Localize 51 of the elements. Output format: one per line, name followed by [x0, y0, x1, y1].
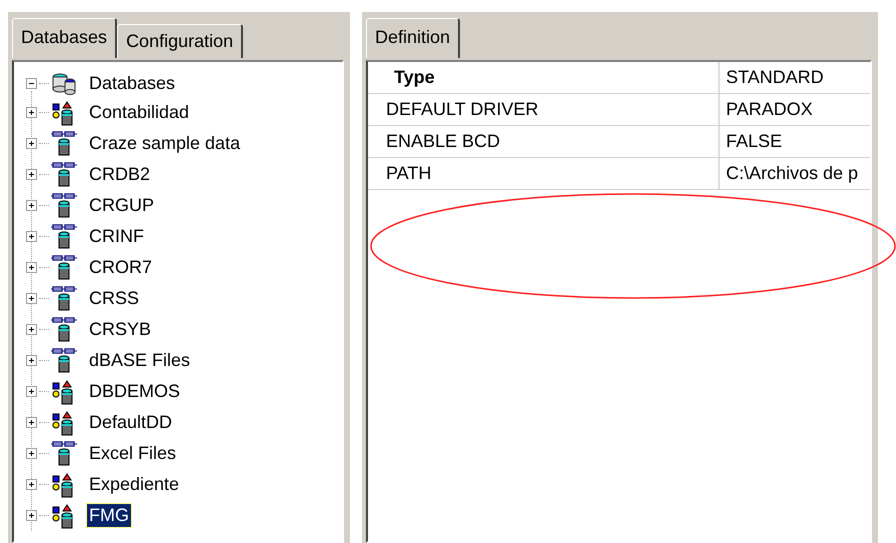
- property-name: DEFAULT DRIVER: [368, 94, 720, 125]
- linked-database-icon: [51, 224, 77, 250]
- tree-item[interactable]: Expediente: [87, 473, 182, 496]
- property-value: PARADOX: [725, 98, 813, 121]
- expand-icon[interactable]: [26, 293, 37, 304]
- tree-item[interactable]: CRGUP: [87, 194, 156, 217]
- tree-item[interactable]: Contabilidad: [87, 101, 192, 124]
- linked-database-icon: [51, 286, 77, 312]
- tree-item[interactable]: Excel Files: [87, 442, 178, 465]
- linked-database-icon: [51, 254, 77, 280]
- tree-item[interactable]: Databases: [87, 72, 178, 95]
- expand-icon[interactable]: [26, 386, 37, 397]
- property-value: STANDARD: [725, 66, 824, 89]
- tree-item[interactable]: dBASE Files: [87, 349, 192, 372]
- expand-icon[interactable]: [26, 138, 37, 149]
- tree-item[interactable]: DefaultDD: [87, 411, 174, 434]
- property-name: ENABLE BCD: [368, 126, 720, 157]
- expand-icon[interactable]: [26, 169, 37, 180]
- tree-item[interactable]: CRSYB: [87, 318, 154, 341]
- tree-item[interactable]: CRSS: [87, 287, 142, 310]
- expand-icon[interactable]: [26, 417, 37, 428]
- property-name: Type: [368, 62, 720, 93]
- linked-database-icon: [51, 130, 77, 156]
- property-value: FALSE: [725, 130, 782, 153]
- linked-database-icon: [51, 440, 77, 466]
- expand-icon[interactable]: [26, 200, 37, 211]
- expand-icon[interactable]: [26, 355, 37, 366]
- linked-database-icon: [51, 316, 77, 342]
- tree-item[interactable]: Craze sample data: [87, 132, 242, 155]
- expand-icon[interactable]: [26, 479, 37, 490]
- linked-database-icon: [51, 162, 77, 188]
- tree-item[interactable]: FMG: [87, 504, 131, 527]
- linked-database-icon: [51, 348, 77, 374]
- expand-icon[interactable]: [26, 107, 37, 118]
- expand-icon[interactable]: [26, 262, 37, 273]
- tree-item[interactable]: CROR7: [87, 256, 154, 279]
- property-name: PATH: [368, 158, 720, 189]
- expand-icon[interactable]: [26, 324, 37, 335]
- collapse-icon[interactable]: [26, 78, 37, 89]
- tab[interactable]: Configuration: [117, 24, 244, 58]
- expand-icon[interactable]: [26, 231, 37, 242]
- databases-icon: [51, 72, 77, 96]
- linked-database-icon: [51, 192, 77, 218]
- property-value: C:\Archivos de p: [725, 162, 858, 185]
- tree-item[interactable]: DBDEMOS: [87, 380, 182, 403]
- expand-icon[interactable]: [26, 510, 37, 521]
- tree-item[interactable]: CRDB2: [87, 163, 152, 186]
- expand-icon[interactable]: [26, 448, 37, 459]
- tab[interactable]: Databases: [12, 18, 118, 58]
- tab[interactable]: Definition: [366, 18, 460, 58]
- tree-item[interactable]: CRINF: [87, 225, 146, 248]
